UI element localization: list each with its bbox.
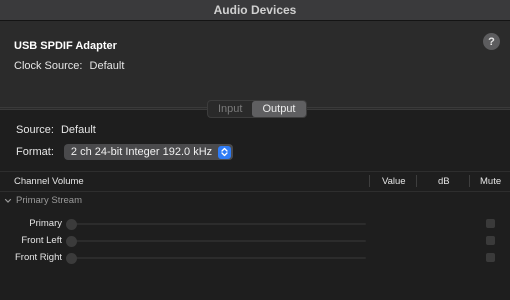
stream-group-primary[interactable]: Primary Stream	[4, 195, 82, 206]
source-value: Default	[60, 124, 96, 136]
column-header-value: Value	[382, 176, 406, 187]
stream-group-label: Primary Stream	[16, 195, 82, 206]
up-down-chevrons-icon	[218, 145, 232, 159]
column-header-db: dB	[438, 176, 450, 187]
source-row: Source: Default	[16, 124, 96, 136]
mute-checkbox[interactable]	[486, 219, 495, 228]
volume-slider-track[interactable]	[66, 223, 366, 225]
volume-slider-knob[interactable]	[66, 219, 77, 230]
format-row: Format: 2 ch 24-bit Integer 192.0 kHz	[16, 144, 234, 160]
column-separator	[469, 175, 470, 187]
question-mark-icon: ?	[488, 35, 495, 48]
help-button[interactable]: ?	[483, 33, 500, 50]
volume-slider-knob[interactable]	[66, 236, 77, 247]
column-header-channel-volume: Channel Volume	[14, 176, 84, 187]
mute-checkbox[interactable]	[486, 253, 495, 262]
volume-slider-track[interactable]	[66, 240, 366, 242]
channel-label: Primary	[29, 218, 62, 229]
clock-source-row: Clock Source: Default	[14, 60, 124, 72]
volume-slider-track[interactable]	[66, 257, 366, 259]
channel-row-primary: Primary	[0, 216, 510, 232]
source-label: Source:	[16, 124, 54, 136]
channel-label: Front Right	[15, 252, 62, 263]
volume-slider-knob[interactable]	[66, 253, 77, 264]
audio-devices-window: Audio Devices USB SPDIF Adapter Clock So…	[0, 0, 510, 300]
window-titlebar: Audio Devices	[0, 0, 510, 21]
column-separator	[416, 175, 417, 187]
mute-checkbox[interactable]	[486, 236, 495, 245]
format-select[interactable]: 2 ch 24-bit Integer 192.0 kHz	[63, 144, 234, 160]
channel-row-front-left: Front Left	[0, 233, 510, 249]
column-header-mute: Mute	[480, 176, 502, 187]
column-separator	[369, 175, 370, 187]
tab-output[interactable]: Output	[252, 101, 306, 117]
channel-table-header: Channel Volume Value dB Mute	[0, 171, 510, 192]
window-title: Audio Devices	[213, 3, 297, 17]
channel-row-front-right: Front Right	[0, 250, 510, 266]
format-value: 2 ch 24-bit Integer 192.0 kHz	[70, 146, 213, 158]
device-header: USB SPDIF Adapter Clock Source: Default …	[0, 21, 510, 110]
clock-source-label: Clock Source:	[14, 60, 83, 72]
chevron-down-icon	[4, 198, 12, 203]
io-tab-bar: Input Output	[0, 100, 510, 118]
channel-label: Front Left	[21, 235, 62, 246]
clock-source-value: Default	[89, 60, 125, 72]
tab-input[interactable]: Input	[208, 101, 252, 117]
device-name: USB SPDIF Adapter	[14, 40, 117, 52]
format-label: Format:	[16, 146, 54, 158]
io-segmented-control: Input Output	[207, 100, 307, 118]
